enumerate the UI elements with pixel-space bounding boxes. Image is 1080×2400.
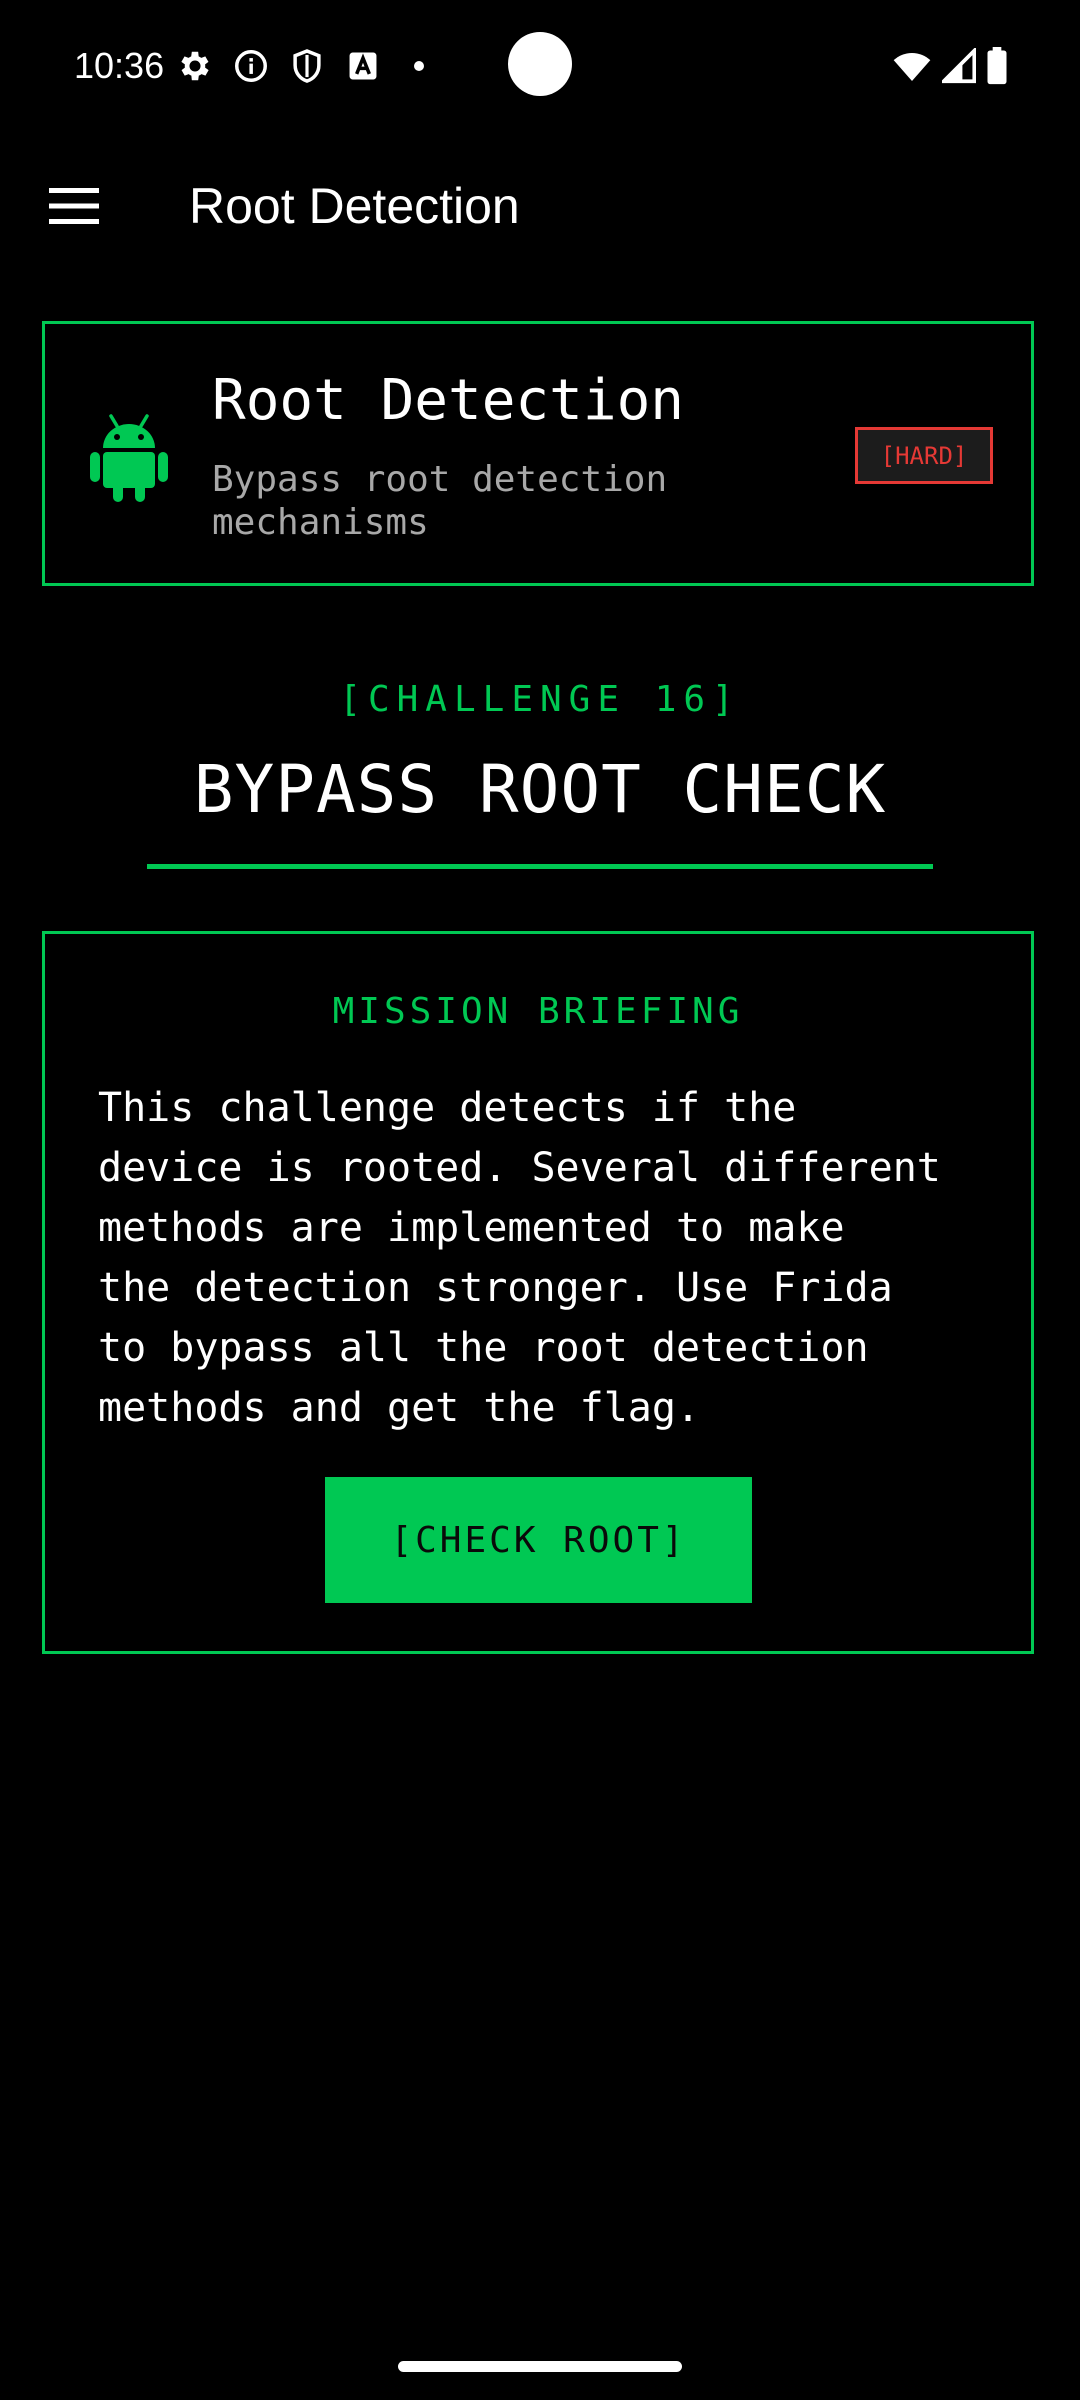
briefing-title: MISSION BRIEFING bbox=[332, 991, 744, 1032]
card-title: Root Detection bbox=[212, 368, 685, 433]
info-icon bbox=[235, 50, 267, 82]
signal-icon bbox=[942, 48, 976, 84]
notification-dot-icon bbox=[414, 61, 424, 71]
camera-cutout bbox=[508, 32, 572, 96]
gesture-navigation-bar[interactable] bbox=[398, 2361, 682, 2372]
difficulty-badge: [HARD] bbox=[855, 427, 993, 484]
status-icons-right bbox=[892, 46, 1008, 86]
status-bar: 10:36 bbox=[0, 0, 1080, 130]
challenge-info-card[interactable]: Root Detection Bypass root detection mec… bbox=[42, 321, 1034, 586]
status-time: 10:36 bbox=[74, 45, 165, 86]
app-bar-title: Root Detection bbox=[189, 178, 520, 234]
hamburger-menu-icon bbox=[49, 188, 99, 224]
android-icon bbox=[90, 414, 168, 502]
card-subtitle: Bypass root detection mechanisms bbox=[212, 459, 668, 543]
gear-icon bbox=[181, 51, 209, 81]
app-screen: 10:36 Root Detection Root Detection Bypa… bbox=[0, 0, 1080, 2400]
challenge-number-label: [CHALLENGE 16] bbox=[339, 679, 741, 720]
battery-icon bbox=[987, 47, 1007, 85]
font-icon bbox=[349, 52, 377, 80]
mission-briefing-card: MISSION BRIEFING This challenge detects … bbox=[42, 931, 1034, 1654]
challenge-heading: BYPASS ROOT CHECK bbox=[193, 751, 887, 828]
briefing-text: This challenge detects if the device is … bbox=[98, 1085, 941, 1431]
app-bar: Root Detection bbox=[0, 150, 1080, 262]
status-icons-left bbox=[176, 46, 424, 86]
check-root-button[interactable]: [CHECK ROOT] bbox=[325, 1477, 752, 1603]
wifi-icon bbox=[893, 53, 931, 81]
heading-divider bbox=[147, 864, 933, 869]
shield-icon bbox=[293, 49, 321, 83]
menu-button[interactable] bbox=[40, 172, 108, 240]
